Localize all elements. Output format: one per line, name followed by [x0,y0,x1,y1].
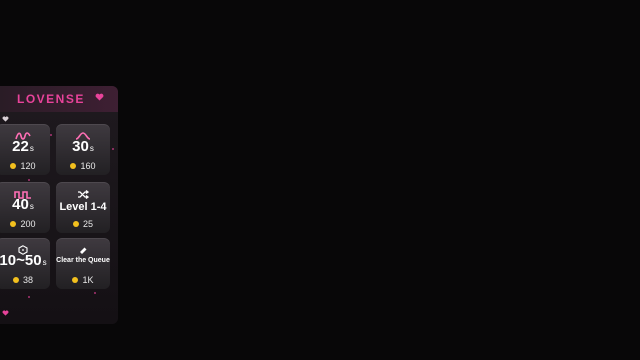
token-price: 160 [80,161,96,171]
lovense-tip-menu-panel: LOVENSE 22s 120 30s 160 40s 200 Level 1-… [0,86,118,324]
heart-icon [95,93,104,101]
token-coin-icon [72,277,79,283]
token-coin-icon [12,277,19,283]
tip-option-tile[interactable]: 40s 200 [0,182,50,233]
tip-option-tile[interactable]: 10~50s 38 [0,238,50,289]
sparkle-dot [112,148,114,150]
heart-icon [2,116,9,122]
tip-duration: 30 [72,138,89,155]
shuffle-icon [78,190,89,199]
token-coin-icon [72,221,79,227]
clear-queue-label: Clear the Queue [56,257,110,264]
sparkle-dot [50,134,52,136]
lovense-logo: LOVENSE [17,92,85,106]
sparkle-dot [28,179,30,181]
token-price: 200 [20,219,36,229]
token-price: 120 [20,161,36,171]
eraser-icon [80,247,87,254]
duration-unit: s [29,202,34,211]
token-price: 25 [82,219,93,229]
duration-unit: s [89,144,94,153]
token-coin-icon [10,221,17,227]
token-price: 38 [22,275,33,285]
token-coin-icon [10,163,17,169]
tip-option-tile[interactable]: Clear the Queue 1K [56,238,110,289]
tip-duration: 40 [12,196,29,213]
panel-header: LOVENSE [0,86,118,112]
duration-unit: s [29,144,34,153]
tip-level-label: Level 1-4 [59,201,107,213]
heart-icon [2,310,9,316]
tip-option-tile[interactable]: 30s 160 [56,124,110,175]
token-price: 1K [82,275,94,285]
tip-duration: 22 [12,138,29,155]
sparkle-dot [94,292,96,294]
tip-duration-range: 10~50 [0,252,42,269]
duration-unit: s [42,258,47,267]
tip-option-tile[interactable]: 22s 120 [0,124,50,175]
tip-option-tile[interactable]: Level 1-4 25 [56,182,110,233]
sparkle-dot [28,296,30,298]
token-coin-icon [70,163,77,169]
